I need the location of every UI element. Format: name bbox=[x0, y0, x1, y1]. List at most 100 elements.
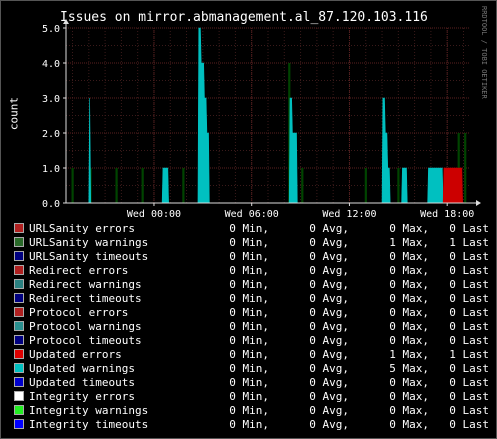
legend-name: Redirect warnings bbox=[29, 278, 142, 291]
legend-swatch bbox=[14, 363, 24, 373]
legend-name: Updated errors bbox=[29, 348, 122, 361]
legend-avg: 0 Avg, bbox=[309, 306, 349, 319]
legend-last: 0 Last bbox=[449, 306, 489, 319]
bar-urlsanity-warnings bbox=[301, 168, 304, 203]
legend-row: Redirect errors 0 Min, 0 Avg, 0 Max, 0 Last bbox=[14, 264, 494, 278]
legend-max: 0 Max, bbox=[389, 264, 429, 277]
legend-max: 0 Max, bbox=[389, 404, 429, 417]
legend-min: 0 Min, bbox=[229, 278, 269, 291]
legend-min: 0 Min, bbox=[229, 306, 269, 319]
bar-urlsanity-warnings bbox=[71, 168, 74, 203]
legend-avg: 0 Avg, bbox=[309, 418, 349, 431]
legend-row: Protocol timeouts 0 Min, 0 Avg, 0 Max, 0 Las… bbox=[14, 334, 494, 348]
legend-min: 0 Min, bbox=[229, 222, 269, 235]
legend-min: 0 Min, bbox=[229, 250, 269, 263]
legend-swatch bbox=[14, 391, 24, 401]
legend-name: Redirect errors bbox=[29, 264, 129, 277]
y-tick-label: 3.0 bbox=[42, 94, 60, 105]
legend-avg: 0 Avg, bbox=[309, 334, 349, 347]
legend-min: 0 Min, bbox=[229, 264, 269, 277]
legend-name: Integrity warnings bbox=[29, 404, 149, 417]
bar-urlsanity-warnings bbox=[397, 168, 400, 203]
legend-avg: 0 Avg, bbox=[309, 404, 349, 417]
legend-swatch bbox=[14, 293, 24, 303]
bar-urlsanity-warnings bbox=[115, 168, 118, 203]
legend-min: 0 Min, bbox=[229, 292, 269, 305]
legend-max: 0 Max, bbox=[389, 418, 429, 431]
legend-swatch bbox=[14, 307, 24, 317]
legend-swatch bbox=[14, 405, 24, 415]
legend-min: 0 Min, bbox=[229, 236, 269, 249]
x-tick-label: Wed 06:00 bbox=[225, 209, 279, 220]
legend-name: Updated timeouts bbox=[29, 376, 135, 389]
x-tick-label: Wed 12:00 bbox=[322, 209, 376, 220]
legend-avg: 0 Avg, bbox=[309, 236, 349, 249]
legend-max: 1 Max, bbox=[389, 236, 429, 249]
legend-swatch bbox=[14, 223, 24, 233]
legend-row: Protocol warnings 0 Min, 0 Avg, 0 Max, 0 Las… bbox=[14, 320, 494, 334]
legend-name: Protocol errors bbox=[29, 306, 129, 319]
legend-name: Integrity timeouts bbox=[29, 418, 149, 431]
legend-avg: 0 Avg, bbox=[309, 390, 349, 403]
legend-max: 0 Max, bbox=[389, 320, 429, 333]
legend-avg: 0 Avg, bbox=[309, 348, 349, 361]
legend-avg: 0 Avg, bbox=[309, 320, 349, 333]
legend-avg: 0 Avg, bbox=[309, 278, 349, 291]
legend-row: Integrity errors 0 Min, 0 Avg, 0 Max, 0 Last bbox=[14, 390, 494, 404]
legend-swatch bbox=[14, 335, 24, 345]
legend-name: Integrity errors bbox=[29, 390, 135, 403]
legend-last: 0 Last bbox=[449, 418, 489, 431]
legend-min: 0 Min, bbox=[229, 362, 269, 375]
legend-min: 0 Min, bbox=[229, 390, 269, 403]
x-tick-label: Wed 18:00 bbox=[420, 209, 474, 220]
y-tick-label: 4.0 bbox=[42, 59, 60, 70]
legend-max: 0 Max, bbox=[389, 306, 429, 319]
legend-last: 0 Last bbox=[449, 222, 489, 235]
legend-swatch bbox=[14, 419, 24, 429]
legend-max: 0 Max, bbox=[389, 250, 429, 263]
legend-swatch bbox=[14, 279, 24, 289]
legend-min: 0 Min, bbox=[229, 348, 269, 361]
legend-max: 0 Max, bbox=[389, 334, 429, 347]
legend-swatch bbox=[14, 377, 24, 387]
legend-name: URLSanity timeouts bbox=[29, 250, 149, 263]
legend-last: 0 Last bbox=[449, 334, 489, 347]
area-updated-errors bbox=[442, 167, 463, 204]
y-tick-label: 0.0 bbox=[42, 199, 60, 210]
legend-swatch bbox=[14, 251, 24, 261]
y-tick-label: 5.0 bbox=[42, 24, 60, 35]
legend-name: Redirect timeouts bbox=[29, 292, 142, 305]
bar-urlsanity-warnings bbox=[182, 168, 185, 203]
legend-last: 0 Last bbox=[449, 390, 489, 403]
legend-last: 0 Last bbox=[449, 250, 489, 263]
legend: URLSanity errors 0 Min, 0 Avg, 0 Max, 0 Last… bbox=[14, 222, 494, 432]
legend-max: 0 Max, bbox=[389, 222, 429, 235]
legend-name: Protocol timeouts bbox=[29, 334, 142, 347]
legend-max: 5 Max, bbox=[389, 362, 429, 375]
legend-avg: 0 Avg, bbox=[309, 250, 349, 263]
legend-min: 0 Min, bbox=[229, 404, 269, 417]
legend-name: URLSanity warnings bbox=[29, 236, 149, 249]
y-axis-arrow bbox=[63, 19, 69, 24]
legend-name: Updated warnings bbox=[29, 362, 135, 375]
legend-row: URLSanity timeouts 0 Min, 0 Avg, 0 Max, 0 La… bbox=[14, 250, 494, 264]
y-tick-label: 1.0 bbox=[42, 164, 60, 175]
x-axis-arrow bbox=[476, 200, 481, 206]
legend-last: 0 Last bbox=[449, 292, 489, 305]
legend-row: URLSanity errors 0 Min, 0 Avg, 0 Max, 0 Last bbox=[14, 222, 494, 236]
bar-urlsanity-warnings bbox=[364, 168, 367, 203]
legend-row: Redirect timeouts 0 Min, 0 Avg, 0 Max, 0 Las… bbox=[14, 292, 494, 306]
legend-row: URLSanity warnings 0 Min, 0 Avg, 1 Max, 1 La… bbox=[14, 236, 494, 250]
legend-max: 0 Max, bbox=[389, 278, 429, 291]
legend-avg: 0 Avg, bbox=[309, 292, 349, 305]
legend-row: Protocol errors 0 Min, 0 Avg, 0 Max, 0 Last bbox=[14, 306, 494, 320]
legend-last: 0 Last bbox=[449, 278, 489, 291]
legend-swatch bbox=[14, 265, 24, 275]
legend-avg: 0 Avg, bbox=[309, 362, 349, 375]
legend-max: 1 Max, bbox=[389, 348, 429, 361]
legend-min: 0 Min, bbox=[229, 376, 269, 389]
legend-row: Updated warnings 0 Min, 0 Avg, 5 Max, 0 Last bbox=[14, 362, 494, 376]
legend-last: 1 Last bbox=[449, 236, 489, 249]
legend-min: 0 Min, bbox=[229, 334, 269, 347]
legend-last: 0 Last bbox=[449, 320, 489, 333]
